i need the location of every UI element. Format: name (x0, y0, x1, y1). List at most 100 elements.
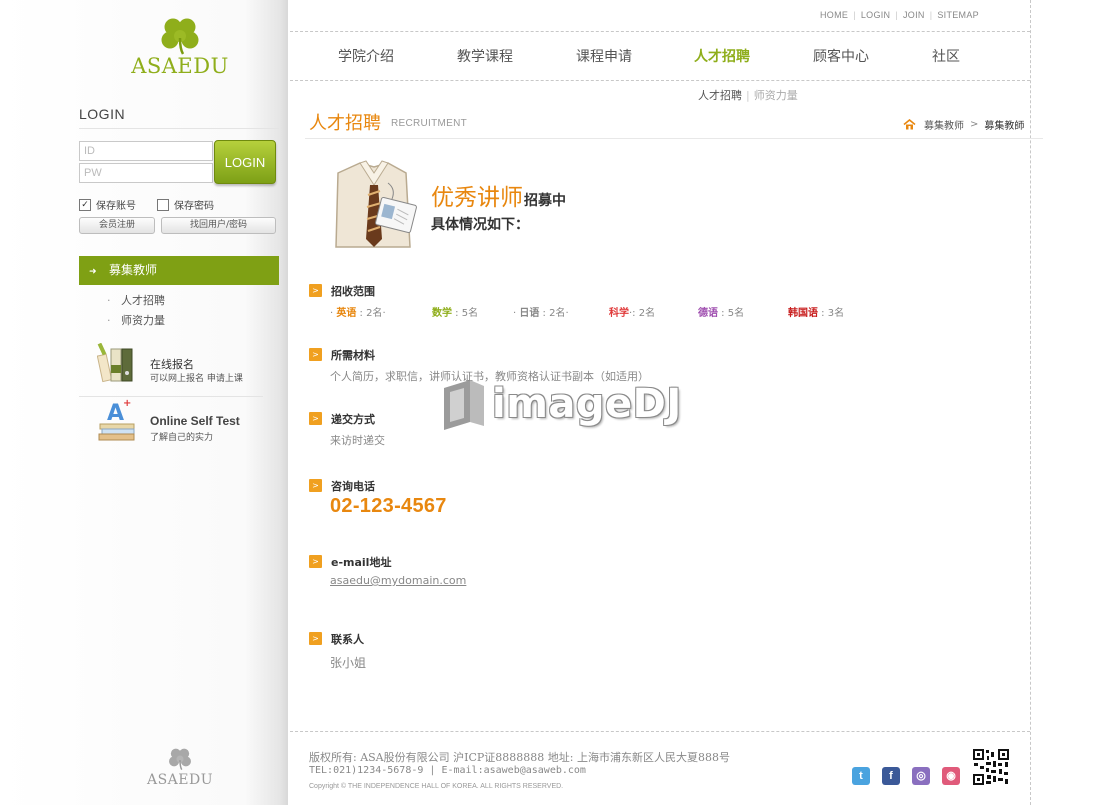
section-title-phone: 咨询电话 (331, 480, 375, 493)
breadcrumb: 募集教师 > 募集教師 (903, 117, 1024, 132)
lang-name: 科学 (609, 308, 629, 319)
lang-item: · 日语 : 2名· (513, 304, 569, 319)
lang-item: · 英语 : 2名· (330, 304, 386, 319)
email-link[interactable]: asaedu@mydomain.com (330, 574, 466, 587)
sidebar-menu-label: 募集教师 (109, 263, 158, 277)
password-input[interactable] (79, 163, 213, 183)
nav-customer[interactable]: 顾客中心 (813, 46, 869, 66)
lang-count: : 2名· (356, 308, 386, 319)
nav-recruit[interactable]: 人才招聘 (694, 46, 750, 66)
divider (305, 138, 1043, 139)
lang-name: 日语 (519, 308, 540, 319)
arrow-right-icon: > (309, 284, 322, 297)
shirt-tie-badge-image (335, 160, 417, 248)
arrow-right-icon: > (309, 555, 322, 568)
bullet-icon: · (107, 314, 111, 327)
save-account-checkbox[interactable]: ✓ 保存账号 (79, 197, 136, 212)
join-link[interactable]: JOIN (903, 10, 925, 20)
sidebar-item-label: 师资力量 (121, 314, 165, 327)
twitter-icon[interactable]: t (852, 767, 870, 785)
hero-title-big: 优秀讲师 (431, 185, 523, 211)
arrow-right-icon: > (309, 632, 322, 645)
contact-name: 张小姐 (330, 656, 367, 670)
footer-logo: ASAEDU (140, 746, 220, 788)
separator: | (853, 10, 856, 20)
bullet-icon: · (107, 294, 111, 307)
sitemap-link[interactable]: SITEMAP (937, 10, 979, 20)
nav-community[interactable]: 社区 (932, 46, 960, 66)
lang-count: : 2名· (539, 308, 569, 319)
save-password-checkbox[interactable]: 保存密码 (157, 197, 214, 212)
section-title-materials: 所需材料 (331, 349, 375, 362)
separator: | (746, 89, 750, 102)
online-self-test-banner[interactable]: A + Online Self Test 了解自己的实力 (79, 398, 261, 446)
sidebar-item-label: 人才招聘 (121, 294, 165, 307)
svg-text:A: A (107, 401, 124, 426)
lang-name: 数学 (432, 308, 452, 319)
login-button[interactable]: LOGIN (214, 140, 276, 184)
register-button[interactable]: 会员注册 (79, 217, 155, 234)
separator: | (895, 10, 898, 20)
subnav-faculty[interactable]: 师资力量 (754, 89, 798, 102)
footer-copyright: Copyright © THE INDEPENDENCE HALL OF KOR… (309, 783, 564, 790)
lang-count: : 3名 (818, 308, 845, 319)
svg-text:+: + (123, 398, 131, 409)
login-title: LOGIN (79, 106, 126, 122)
breadcrumb-item[interactable]: 募集教师 (924, 117, 964, 132)
online-apply-banner[interactable]: 在线报名 可以网上报名 申请上课 (79, 343, 261, 391)
checkbox-icon[interactable] (157, 198, 169, 211)
camera-icon[interactable]: ◉ (942, 767, 960, 785)
phone-number: 02-123-4567 (330, 495, 447, 517)
login-link[interactable]: LOGIN (861, 10, 891, 20)
sidebar-item-recruit[interactable]: · 人才招聘 (107, 292, 165, 308)
lang-item: 科学·: 2名 (609, 304, 655, 319)
watermark-logo-icon (444, 380, 484, 430)
divider (79, 128, 279, 129)
page-title: 人才招聘 (309, 113, 381, 134)
lang-name: 德语 (698, 308, 718, 319)
divider (290, 731, 1030, 732)
footer-company-info: 版权所有: ASA股份有限公司 沪ICP证8888888 地址: 上海市浦东新区… (309, 751, 730, 764)
section-title-scope: 招收范围 (331, 285, 375, 298)
hero-title: 优秀讲师招募中 (431, 178, 566, 212)
divider (79, 396, 263, 397)
separator: | (929, 10, 933, 20)
home-link[interactable]: HOME (820, 10, 848, 20)
save-account-label: 保存账号 (96, 201, 136, 212)
home-icon[interactable] (903, 119, 916, 130)
arrow-right-icon: > (309, 348, 322, 361)
nav-about[interactable]: 学院介绍 (338, 46, 394, 66)
promo-title: Online Self Test (150, 414, 240, 428)
lang-item: 数学 : 5名 (432, 304, 478, 319)
submit-text: 来访时递交 (330, 434, 385, 447)
nav-apply[interactable]: 课程申请 (576, 46, 632, 66)
hero-title-small: 招募中 (524, 193, 566, 209)
footer-brand-name: ASAEDU (146, 772, 214, 788)
arrow-right-icon: > (309, 479, 322, 492)
qr-code-icon (972, 748, 1010, 786)
id-input[interactable] (79, 141, 213, 161)
sidebar-item-faculty[interactable]: · 师资力量 (107, 312, 165, 328)
lang-name: 英语 (336, 308, 357, 319)
promo-subtitle: 可以网上报名 申请上课 (150, 374, 243, 384)
sidebar: ASAEDU LOGIN LOGIN ✓ 保存账号 保存密码 会员注册 找回用户… (0, 0, 288, 805)
books-a-icon: A + (98, 398, 135, 441)
subnav-recruit[interactable]: 人才招聘 (698, 89, 742, 102)
section-title-contact: 联系人 (331, 633, 364, 646)
section-title-email: e-mail地址 (331, 556, 392, 569)
facebook-icon[interactable]: f (882, 767, 900, 785)
sidebar-menu-active[interactable]: ➜ 募集教师 (79, 256, 279, 285)
clover-icon (161, 18, 199, 55)
watermark: imageDJ (440, 376, 682, 432)
checkbox-checked-icon[interactable]: ✓ (79, 198, 91, 211)
nav-courses[interactable]: 教学课程 (457, 46, 513, 66)
clover-icon (169, 748, 191, 771)
brand-logo[interactable]: ASAEDU (130, 16, 230, 78)
lang-item: 韩国语 : 3名 (788, 304, 844, 319)
sub-nav: 人才招聘 | 师资力量 (698, 87, 798, 103)
arrow-right-icon: ➜ (89, 267, 97, 277)
location-icon[interactable]: ◎ (912, 767, 930, 785)
divider (290, 31, 1030, 32)
divider (1030, 0, 1031, 805)
find-account-button[interactable]: 找回用户/密码 (161, 217, 276, 234)
